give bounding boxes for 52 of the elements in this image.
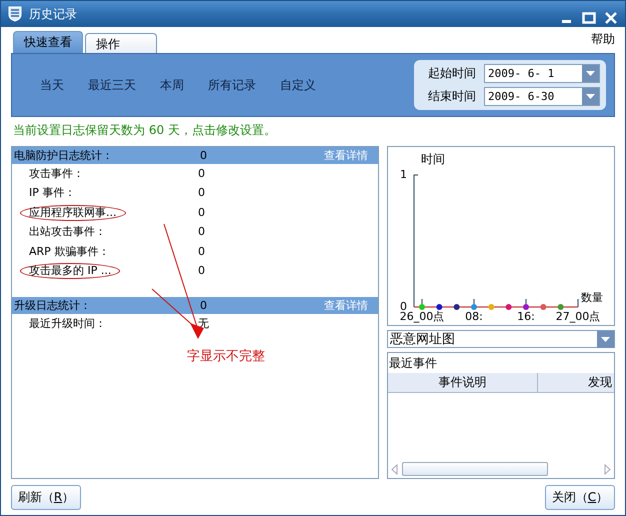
field-label: 结束时间 bbox=[428, 88, 476, 105]
axis-title: 数量 bbox=[581, 291, 603, 304]
stat-label: IP 事件： bbox=[28, 185, 76, 202]
range-link[interactable]: 所有记录 bbox=[208, 76, 256, 94]
date-field[interactable]: 2009- 6- 1 bbox=[484, 64, 600, 83]
axis-title: 时间 bbox=[421, 152, 445, 166]
section-count: 0 bbox=[200, 298, 207, 312]
section-title: 升级日志统计： bbox=[14, 298, 91, 312]
tab[interactable]: 快速查看 bbox=[13, 31, 83, 53]
retention-notice[interactable]: 当前设置日志保留天数为 60 天，点击修改设置。 bbox=[1, 117, 625, 141]
column-header[interactable]: 发现 bbox=[538, 373, 614, 392]
field-label: 起始时间 bbox=[428, 65, 476, 82]
scroll-right-icon[interactable] bbox=[604, 464, 611, 474]
stat-value: 0 bbox=[198, 264, 205, 278]
stat-label: ARP 欺骗事件： bbox=[28, 244, 110, 260]
close-dialog-button[interactable]: 关闭（C） bbox=[545, 484, 615, 510]
range-link[interactable]: 最近三天 bbox=[88, 76, 136, 94]
close-button[interactable] bbox=[603, 10, 619, 26]
refresh-button[interactable]: 刷新（R） bbox=[11, 484, 81, 510]
tick-label: 26_00点 bbox=[400, 310, 444, 323]
chart-type-dropdown[interactable]: 恶意网址图 bbox=[387, 330, 615, 348]
column-header[interactable]: 事件说明 bbox=[388, 373, 538, 392]
panel-title: 最近事件 bbox=[388, 355, 438, 372]
tick-label: 08: bbox=[465, 310, 483, 323]
scroll-left-icon[interactable] bbox=[391, 464, 398, 474]
window-title: 历史记录 bbox=[29, 6, 78, 22]
circled-stat-label: 攻击最多的 IP ... bbox=[20, 263, 120, 280]
stat-value: 0 bbox=[198, 186, 205, 200]
section-count: 0 bbox=[200, 148, 207, 162]
annotation-note: 字显示不完整 bbox=[187, 348, 265, 365]
help-link[interactable]: 帮助 bbox=[591, 31, 615, 48]
range-link[interactable]: 本周 bbox=[160, 76, 184, 94]
scrollbar-thumb[interactable] bbox=[402, 462, 548, 476]
maximize-button[interactable] bbox=[581, 10, 597, 26]
tick-label: 16: bbox=[517, 310, 535, 323]
date-field[interactable]: 2009- 6-30 bbox=[484, 87, 600, 106]
stat-label: 最近升级时间： bbox=[28, 316, 107, 332]
stat-value: 0 bbox=[198, 244, 205, 259]
section-title: 电脑防护日志统计： bbox=[14, 148, 113, 162]
tick-label: 1 bbox=[400, 168, 407, 181]
stat-label: 攻击事件： bbox=[28, 166, 85, 182]
range-link[interactable]: 当天 bbox=[40, 76, 64, 94]
circled-stat-label: 应用程序联网事... bbox=[20, 204, 126, 221]
stat-value: 0 bbox=[198, 166, 205, 181]
stat-label: 出站攻击事件： bbox=[28, 224, 107, 240]
range-link[interactable]: 自定义 bbox=[280, 76, 316, 94]
tab[interactable]: 操作 bbox=[85, 33, 157, 53]
tick-label: 27_00点 bbox=[556, 310, 600, 323]
stat-value: 0 bbox=[198, 225, 205, 240]
stat-value: 0 bbox=[198, 206, 205, 220]
shield-icon bbox=[7, 6, 23, 22]
tick-label: 0 bbox=[400, 300, 407, 313]
